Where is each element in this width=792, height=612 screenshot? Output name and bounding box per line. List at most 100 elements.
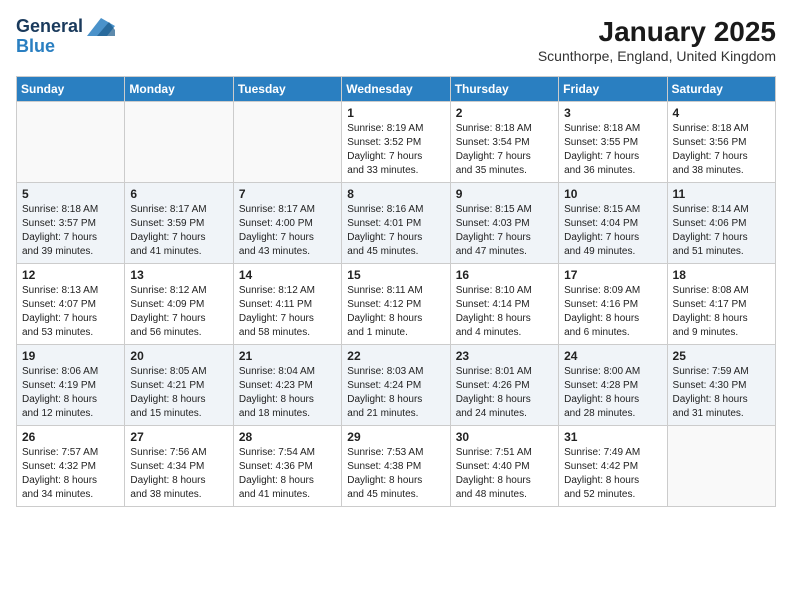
day-number: 28 (239, 430, 336, 444)
weekday-header-sunday: Sunday (17, 77, 125, 102)
calendar-week-2: 5Sunrise: 8:18 AM Sunset: 3:57 PM Daylig… (17, 183, 776, 264)
calendar-week-1: 1 Sunrise: 8:19 AM Sunset: 3:52 PM Daylig… (17, 102, 776, 183)
logo: General Blue (16, 16, 115, 57)
day-info: Sunrise: 8:15 AM Sunset: 4:04 PM Dayligh… (564, 203, 661, 259)
day-number: 10 (564, 187, 661, 201)
day-info: Sunrise: 8:09 AM Sunset: 4:16 PM Dayligh… (564, 284, 661, 340)
day-info: Sunrise: 7:54 AM Sunset: 4:36 PM Dayligh… (239, 446, 336, 502)
calendar-cell: 3 Sunrise: 8:18 AM Sunset: 3:55 PM Daylig… (559, 102, 667, 183)
calendar-title: January 2025 (538, 16, 776, 48)
day-number: 5 (22, 187, 119, 201)
calendar-cell: 5Sunrise: 8:18 AM Sunset: 3:57 PM Daylig… (17, 183, 125, 264)
calendar-cell: 9 Sunrise: 8:15 AM Sunset: 4:03 PM Daylig… (450, 183, 558, 264)
day-number: 22 (347, 349, 444, 363)
day-info: Sunrise: 8:12 AM Sunset: 4:09 PM Dayligh… (130, 284, 227, 340)
calendar-cell (667, 426, 775, 507)
weekday-header-friday: Friday (559, 77, 667, 102)
day-info: Sunrise: 8:05 AM Sunset: 4:21 PM Dayligh… (130, 365, 227, 421)
day-number: 20 (130, 349, 227, 363)
calendar-cell: 25Sunrise: 7:59 AM Sunset: 4:30 PM Dayli… (667, 345, 775, 426)
day-info: Sunrise: 7:57 AM Sunset: 4:32 PM Dayligh… (22, 446, 119, 502)
calendar-cell: 14Sunrise: 8:12 AM Sunset: 4:11 PM Dayli… (233, 264, 341, 345)
day-info: Sunrise: 8:17 AM Sunset: 3:59 PM Dayligh… (130, 203, 227, 259)
calendar-cell (125, 102, 233, 183)
day-info: Sunrise: 8:04 AM Sunset: 4:23 PM Dayligh… (239, 365, 336, 421)
day-number: 9 (456, 187, 553, 201)
day-info: Sunrise: 8:00 AM Sunset: 4:28 PM Dayligh… (564, 365, 661, 421)
calendar-cell: 17 Sunrise: 8:09 AM Sunset: 4:16 PM Dayli… (559, 264, 667, 345)
title-block: January 2025 Scunthorpe, England, United… (538, 16, 776, 64)
calendar-cell: 16Sunrise: 8:10 AM Sunset: 4:14 PM Dayli… (450, 264, 558, 345)
calendar-week-5: 26 Sunrise: 7:57 AM Sunset: 4:32 PM Dayli… (17, 426, 776, 507)
day-number: 17 (564, 268, 661, 282)
day-info: Sunrise: 7:56 AM Sunset: 4:34 PM Dayligh… (130, 446, 227, 502)
calendar-cell: 24 Sunrise: 8:00 AM Sunset: 4:28 PM Dayli… (559, 345, 667, 426)
calendar-cell: 13 Sunrise: 8:12 AM Sunset: 4:09 PM Dayli… (125, 264, 233, 345)
day-number: 30 (456, 430, 553, 444)
day-info: Sunrise: 8:06 AM Sunset: 4:19 PM Dayligh… (22, 365, 119, 421)
page-header: General Blue January 2025 Scunthorpe, En… (16, 16, 776, 64)
day-number: 21 (239, 349, 336, 363)
day-info: Sunrise: 8:01 AM Sunset: 4:26 PM Dayligh… (456, 365, 553, 421)
calendar-cell: 18 Sunrise: 8:08 AM Sunset: 4:17 PM Dayli… (667, 264, 775, 345)
calendar-cell: 10 Sunrise: 8:15 AM Sunset: 4:04 PM Dayli… (559, 183, 667, 264)
calendar-cell: 31 Sunrise: 7:49 AM Sunset: 4:42 PM Dayli… (559, 426, 667, 507)
calendar-table: SundayMondayTuesdayWednesdayThursdayFrid… (16, 76, 776, 507)
day-number: 27 (130, 430, 227, 444)
day-info: Sunrise: 8:18 AM Sunset: 3:54 PM Dayligh… (456, 122, 553, 178)
day-info: Sunrise: 7:49 AM Sunset: 4:42 PM Dayligh… (564, 446, 661, 502)
calendar-week-3: 12Sunrise: 8:13 AM Sunset: 4:07 PM Dayli… (17, 264, 776, 345)
calendar-cell: 19 Sunrise: 8:06 AM Sunset: 4:19 PM Dayli… (17, 345, 125, 426)
day-number: 29 (347, 430, 444, 444)
day-info: Sunrise: 8:18 AM Sunset: 3:56 PM Dayligh… (673, 122, 770, 178)
calendar-cell: 6 Sunrise: 8:17 AM Sunset: 3:59 PM Daylig… (125, 183, 233, 264)
weekday-header-saturday: Saturday (667, 77, 775, 102)
calendar-cell: 27 Sunrise: 7:56 AM Sunset: 4:34 PM Dayli… (125, 426, 233, 507)
day-number: 26 (22, 430, 119, 444)
logo-text: General (16, 17, 83, 37)
day-number: 7 (239, 187, 336, 201)
day-info: Sunrise: 8:17 AM Sunset: 4:00 PM Dayligh… (239, 203, 336, 259)
day-number: 6 (130, 187, 227, 201)
day-number: 18 (673, 268, 770, 282)
page-container: General Blue January 2025 Scunthorpe, En… (0, 0, 792, 515)
calendar-cell: 12Sunrise: 8:13 AM Sunset: 4:07 PM Dayli… (17, 264, 125, 345)
day-number: 14 (239, 268, 336, 282)
day-number: 24 (564, 349, 661, 363)
day-info: Sunrise: 8:08 AM Sunset: 4:17 PM Dayligh… (673, 284, 770, 340)
day-info: Sunrise: 8:18 AM Sunset: 3:55 PM Dayligh… (564, 122, 661, 178)
calendar-cell: 28 Sunrise: 7:54 AM Sunset: 4:36 PM Dayli… (233, 426, 341, 507)
day-info: Sunrise: 8:16 AM Sunset: 4:01 PM Dayligh… (347, 203, 444, 259)
day-info: Sunrise: 7:53 AM Sunset: 4:38 PM Dayligh… (347, 446, 444, 502)
logo-blue: Blue (16, 36, 55, 57)
day-number: 3 (564, 106, 661, 120)
calendar-cell: 15Sunrise: 8:11 AM Sunset: 4:12 PM Dayli… (342, 264, 450, 345)
day-info: Sunrise: 8:19 AM Sunset: 3:52 PM Dayligh… (347, 122, 444, 178)
calendar-cell: 7 Sunrise: 8:17 AM Sunset: 4:00 PM Daylig… (233, 183, 341, 264)
calendar-cell: 20 Sunrise: 8:05 AM Sunset: 4:21 PM Dayli… (125, 345, 233, 426)
day-info: Sunrise: 8:13 AM Sunset: 4:07 PM Dayligh… (22, 284, 119, 340)
calendar-cell: 23 Sunrise: 8:01 AM Sunset: 4:26 PM Dayli… (450, 345, 558, 426)
day-number: 25 (673, 349, 770, 363)
calendar-cell: 4Sunrise: 8:18 AM Sunset: 3:56 PM Daylig… (667, 102, 775, 183)
day-number: 23 (456, 349, 553, 363)
day-number: 13 (130, 268, 227, 282)
calendar-cell: 26 Sunrise: 7:57 AM Sunset: 4:32 PM Dayli… (17, 426, 125, 507)
calendar-cell: 22 Sunrise: 8:03 AM Sunset: 4:24 PM Dayli… (342, 345, 450, 426)
weekday-header-wednesday: Wednesday (342, 77, 450, 102)
calendar-cell (233, 102, 341, 183)
day-info: Sunrise: 8:14 AM Sunset: 4:06 PM Dayligh… (673, 203, 770, 259)
logo-icon (87, 16, 115, 38)
calendar-cell: 2Sunrise: 8:18 AM Sunset: 3:54 PM Daylig… (450, 102, 558, 183)
day-info: Sunrise: 7:51 AM Sunset: 4:40 PM Dayligh… (456, 446, 553, 502)
day-number: 19 (22, 349, 119, 363)
weekday-header-thursday: Thursday (450, 77, 558, 102)
day-info: Sunrise: 8:03 AM Sunset: 4:24 PM Dayligh… (347, 365, 444, 421)
day-info: Sunrise: 8:15 AM Sunset: 4:03 PM Dayligh… (456, 203, 553, 259)
day-number: 1 (347, 106, 444, 120)
calendar-cell: 8Sunrise: 8:16 AM Sunset: 4:01 PM Daylig… (342, 183, 450, 264)
calendar-cell (17, 102, 125, 183)
day-number: 31 (564, 430, 661, 444)
calendar-cell: 29 Sunrise: 7:53 AM Sunset: 4:38 PM Dayli… (342, 426, 450, 507)
calendar-cell: 21 Sunrise: 8:04 AM Sunset: 4:23 PM Dayli… (233, 345, 341, 426)
